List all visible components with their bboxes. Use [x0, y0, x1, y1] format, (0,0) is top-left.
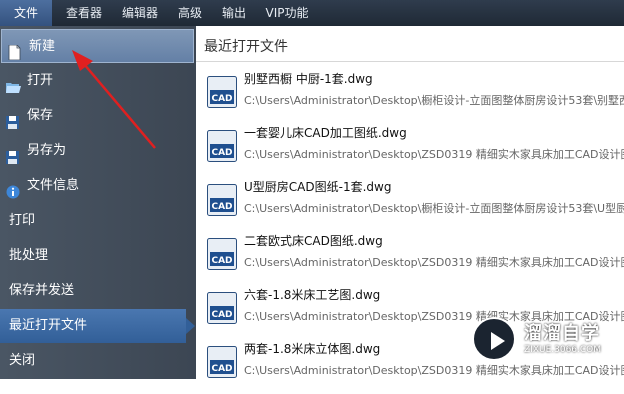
file-name: 别墅西橱 中厨-1套.dwg — [244, 72, 373, 86]
svg-text:CAD: CAD — [211, 364, 232, 374]
sidebar-item-label: 关闭 — [9, 353, 36, 368]
menu-advanced[interactable]: 高级 — [170, 0, 210, 26]
recent-file-row[interactable]: CAD 别墅西橱 中厨-1套.dwg C:\Users\Administrato… — [196, 70, 624, 124]
menu-bar: 文件 查看器 编辑器 高级 输出 VIP功能 — [0, 0, 624, 26]
recent-file-row[interactable]: CAD U型厨房CAD图纸-1套.dwg C:\Users\Administra… — [196, 178, 624, 232]
sidebar-item-recent-files[interactable]: 最近打开文件 — [0, 309, 195, 343]
sidebar-item-batch[interactable]: 批处理 — [0, 239, 196, 273]
cad-file-icon: CAD — [207, 130, 237, 162]
info-icon — [6, 179, 20, 199]
menu-editor[interactable]: 编辑器 — [114, 0, 166, 26]
sidebar-item-label: 最近打开文件 — [9, 318, 88, 333]
sidebar-item-label: 另存为 — [27, 143, 67, 158]
sidebar-item-new[interactable]: 新建 — [1, 29, 194, 63]
svg-text:CAD: CAD — [211, 310, 232, 320]
selection-pointer — [186, 318, 195, 334]
svg-text:CAD: CAD — [211, 148, 232, 158]
file-path: C:\Users\Administrator\Desktop\橱柜设计-立面图整… — [244, 94, 624, 107]
sidebar-item-save-and-send[interactable]: 保存并发送 — [0, 274, 196, 308]
cad-file-icon: CAD — [207, 346, 237, 378]
sidebar-item-print[interactable]: 打印 — [0, 204, 196, 238]
sidebar-item-label: 保存并发送 — [9, 283, 75, 298]
file-path: C:\Users\Administrator\Desktop\ZSD0319 精… — [244, 148, 624, 161]
save-disk-icon — [6, 109, 19, 129]
save-as-icon — [6, 144, 19, 164]
title-divider — [196, 61, 624, 62]
file-name: 两套-1.8米床立体图.dwg — [244, 342, 381, 356]
sidebar-item-label: 文件信息 — [27, 178, 80, 193]
sidebar-item-label: 打印 — [9, 213, 36, 228]
cad-file-icon: CAD — [207, 184, 237, 216]
menu-output[interactable]: 输出 — [214, 0, 254, 26]
watermark-logo: 溜溜自学 ZIXUE.3066.COM — [468, 313, 624, 367]
sidebar-item-close[interactable]: 关闭 — [0, 344, 196, 378]
svg-text:CAD: CAD — [211, 94, 232, 104]
menu-viewer[interactable]: 查看器 — [58, 0, 110, 26]
file-name: U型厨房CAD图纸-1套.dwg — [244, 180, 392, 194]
sidebar-item-open[interactable]: 打开 — [0, 64, 196, 98]
file-sidebar: 新建 打开 保存 另存为 文件信息 打印 批处理 保存并发送 最近打开文件 关闭 — [0, 26, 196, 379]
svg-text:CAD: CAD — [211, 256, 232, 266]
sidebar-item-save[interactable]: 保存 — [0, 99, 196, 133]
file-name: 二套欧式床CAD图纸.dwg — [244, 234, 383, 248]
sidebar-item-file-info[interactable]: 文件信息 — [0, 169, 196, 203]
watermark-url: ZIXUE.3066.COM — [524, 345, 602, 355]
file-name: 一套婴儿床CAD加工图纸.dwg — [244, 126, 407, 140]
watermark-brand: 溜溜自学 — [524, 323, 600, 344]
open-folder-icon — [6, 74, 21, 93]
svg-text:CAD: CAD — [211, 202, 232, 212]
sidebar-item-label: 保存 — [27, 108, 54, 123]
recent-file-row[interactable]: CAD 一套婴儿床CAD加工图纸.dwg C:\Users\Administra… — [196, 124, 624, 178]
sidebar-item-label: 批处理 — [9, 248, 49, 263]
page-title: 最近打开文件 — [204, 39, 288, 55]
new-file-icon — [8, 40, 21, 61]
sidebar-item-label: 新建 — [29, 39, 56, 54]
menu-vip[interactable]: VIP功能 — [258, 0, 316, 26]
cad-file-icon: CAD — [207, 76, 237, 108]
sidebar-item-label: 打开 — [27, 73, 54, 88]
file-path: C:\Users\Administrator\Desktop\橱柜设计-立面图整… — [244, 202, 624, 215]
menu-file[interactable]: 文件 — [0, 0, 52, 26]
file-name: 六套-1.8米床工艺图.dwg — [244, 288, 381, 302]
file-path: C:\Users\Administrator\Desktop\ZSD0319 精… — [244, 256, 624, 269]
recent-file-row[interactable]: CAD 二套欧式床CAD图纸.dwg C:\Users\Administrato… — [196, 232, 624, 286]
cad-file-icon: CAD — [207, 292, 237, 324]
sidebar-item-save-as[interactable]: 另存为 — [0, 134, 196, 168]
play-logo-icon — [472, 317, 516, 361]
cad-file-icon: CAD — [207, 238, 237, 270]
